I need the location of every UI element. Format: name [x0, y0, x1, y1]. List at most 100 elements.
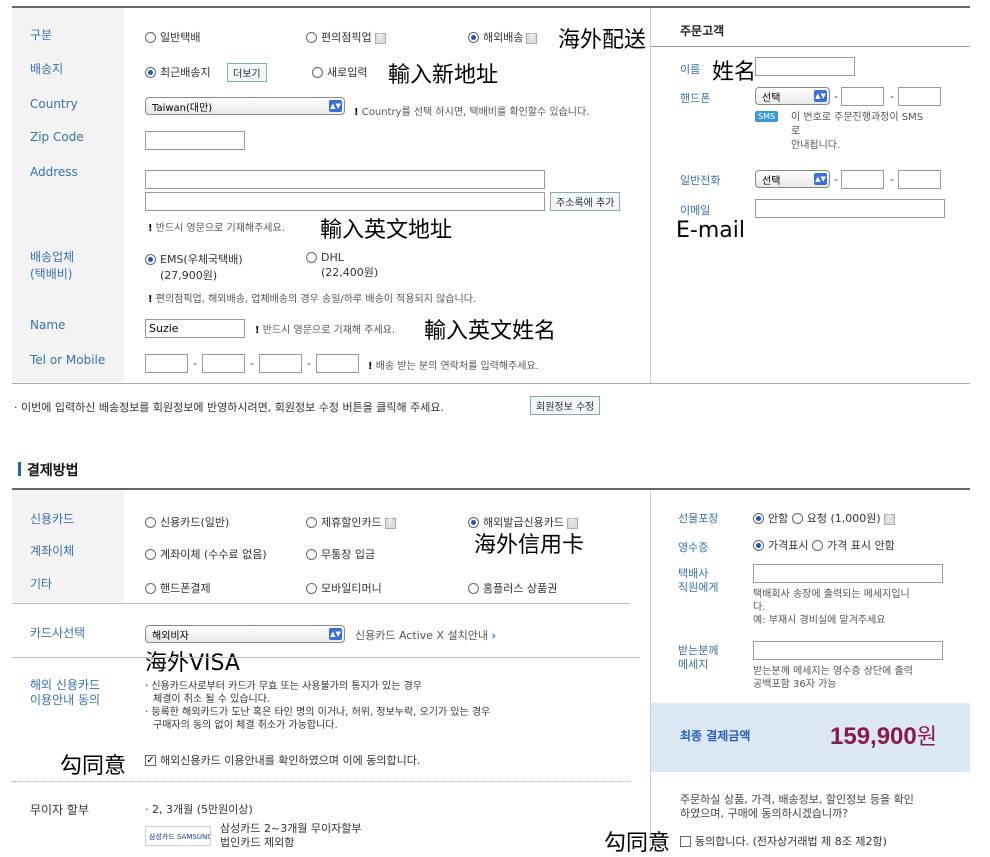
- country-label: Country: [30, 97, 78, 111]
- divider: [12, 657, 640, 658]
- mobile-label: 핸드폰: [680, 92, 711, 105]
- tel-input-3[interactable]: [259, 354, 302, 373]
- payment-top-border: [12, 488, 970, 490]
- tel-input-1[interactable]: [145, 354, 188, 373]
- tel-note: ! 배송 받는 분의 연락처를 입력해주세요.: [368, 361, 539, 372]
- divider: [12, 603, 630, 604]
- radio-gift-none[interactable]: 안함: [753, 512, 788, 525]
- section-marker: [18, 462, 21, 476]
- mobile-input-3[interactable]: [898, 87, 941, 106]
- chevron-right-icon: ›: [491, 629, 497, 642]
- add-to-addressbook-button[interactable]: 주소록에 추가: [550, 192, 621, 211]
- label-column-bg: [12, 8, 124, 382]
- radio-gift-request[interactable]: 요청 (1,000원): [791, 512, 881, 525]
- courier-message-input[interactable]: [753, 564, 943, 583]
- more-button[interactable]: 더보기: [227, 63, 267, 82]
- total-amount: 159,900원: [830, 723, 938, 750]
- chevron-down-icon: ▲▼: [329, 100, 342, 112]
- radio-bank-deposit[interactable]: 무통장 입금: [306, 546, 375, 562]
- radio-standard[interactable]: 일반택배: [145, 29, 200, 45]
- column-divider: [650, 8, 651, 384]
- zip-input[interactable]: [145, 131, 245, 150]
- orderer-title: 주문고객: [680, 24, 725, 38]
- carrier-label: 배송업체 (택배비): [30, 250, 75, 281]
- tel-input-2[interactable]: [202, 354, 245, 373]
- phone-prefix-select[interactable]: 선택 ▲▼: [755, 170, 830, 188]
- annotation-email: E-mail: [676, 218, 745, 243]
- courier-message-note: 택배회사 송장에 출력되는 메세지입니 다. 예: 부재시 경비실에 맡겨주세요: [753, 589, 910, 626]
- samsung-installment-info: 삼성카드 2~3개월 무이자할부 법인카드 제외함: [220, 822, 362, 849]
- receipt-label: 영수증: [678, 541, 709, 554]
- radio-partner-card[interactable]: 제휴할인카드?: [306, 514, 396, 530]
- installment-text: · 2, 3개월 (5만원이상): [145, 803, 253, 816]
- sms-badge: SMS: [755, 111, 779, 122]
- radio-new-address[interactable]: 새로입력: [312, 64, 367, 80]
- name-input[interactable]: Suzie: [145, 319, 245, 338]
- chevron-down-icon: ▲▼: [814, 173, 827, 185]
- recipient-message-input[interactable]: [753, 641, 943, 660]
- sms-note: 이 번호로 주문진행과정이 SMS 로 안내됩니다.: [791, 112, 924, 151]
- annotation-visa: 海外VISA: [145, 651, 240, 676]
- radio-convenience[interactable]: 편의점픽업?: [306, 29, 386, 45]
- orderer-name-label: 이름: [680, 63, 701, 76]
- final-agree-checkbox[interactable]: 동의합니다. (전자상거래법 제 8조 제2항): [680, 833, 887, 849]
- mobile-prefix-select[interactable]: 선택 ▲▼: [755, 87, 830, 105]
- radio-receipt-hide-price[interactable]: 가격 표시 안함: [811, 539, 895, 552]
- radio-credit-general[interactable]: 신용카드(일반): [145, 514, 229, 530]
- help-icon[interactable]: ?: [526, 32, 538, 44]
- country-select[interactable]: Taiwan(대만) ▲▼: [145, 97, 345, 115]
- help-icon[interactable]: ?: [384, 517, 396, 529]
- phone-input-2[interactable]: [841, 170, 884, 189]
- radio-receipt-show-price[interactable]: 가격표시: [753, 539, 808, 552]
- receipt-options: 가격표시 가격 표시 안함: [753, 537, 895, 553]
- mobile-input-2[interactable]: [841, 87, 884, 106]
- annotation-overseas-card: 海外信用卡: [474, 533, 585, 558]
- radio-overseas[interactable]: 해외배송?: [468, 29, 538, 45]
- address-input-2[interactable]: [145, 192, 545, 211]
- phone-input-3[interactable]: [898, 170, 941, 189]
- radio-dhl[interactable]: DHL (22,400원): [306, 251, 378, 280]
- carrier-note: ! 편의점픽업, 해외배송, 업체배송의 경우 송일/하루 배송이 적용되지 않…: [148, 294, 477, 305]
- annotation-new-address: 輸入新地址: [388, 63, 499, 88]
- radio-ems[interactable]: EMS(우체국택배) (27,900원): [145, 251, 243, 283]
- zip-label: Zip Code: [30, 130, 84, 144]
- total-label: 최종 결제금액: [680, 729, 751, 743]
- radio-phone-pay[interactable]: 핸드폰결제: [145, 580, 211, 596]
- radio-account-transfer[interactable]: 계좌이체 (수수료 없음): [145, 546, 267, 562]
- help-icon[interactable]: ?: [374, 32, 386, 44]
- annotation-english-name: 輸入英文姓名: [424, 319, 557, 344]
- radio-recent-address[interactable]: 최근배송지: [145, 64, 211, 80]
- tel-input-4[interactable]: [316, 354, 359, 373]
- annotation-final-agree: 勾同意: [604, 831, 671, 856]
- overseas-agree-checkbox[interactable]: ✓ 해외신용카드 이용안내를 확인하였으며 이에 동의합니다.: [145, 752, 420, 768]
- name-note: ! 반드시 영문으로 기재해 주세요.: [255, 325, 396, 336]
- orderer-name-input[interactable]: [755, 57, 855, 76]
- gift-wrap-options: 안함 요청 (1,000원)?: [753, 510, 895, 526]
- card-select-label: 카드사선택: [30, 626, 86, 640]
- tel-label: Tel or Mobile: [30, 353, 106, 367]
- activex-install-link[interactable]: 신용카드 Active X 설치안내 ›: [355, 627, 496, 643]
- divider-dotted: [12, 781, 630, 782]
- annotation-overseas: 海外配送: [558, 28, 647, 53]
- recipient-message-note: 받는분께 메세지는 영수증 상단에 출력 공백포함 36자 가능: [753, 666, 913, 690]
- section-bottom-border: [12, 383, 970, 384]
- help-icon[interactable]: ?: [883, 513, 895, 525]
- recipient-message-label: 받는분께 메세지: [678, 644, 719, 671]
- radio-mobile-tmoney[interactable]: 모바일티머니: [306, 580, 382, 596]
- member-update-note: · 이번에 입력하신 배송정보를 회원정보에 반영하시려면, 회원정보 수정 버…: [14, 401, 445, 414]
- annotation-agree: 勾同意: [60, 754, 127, 779]
- installment-label: 무이자 할부: [30, 803, 90, 817]
- address-input-1[interactable]: [145, 170, 545, 189]
- top-border: [12, 6, 970, 8]
- radio-homeplus-voucher[interactable]: 홈플러스 상품권: [468, 580, 557, 596]
- chevron-down-icon: ▲▼: [329, 628, 342, 640]
- payment-title: 결제방법: [27, 463, 79, 479]
- country-note: ! Country를 선택 하시면, 택배비를 확인할수 있습니다.: [354, 107, 590, 118]
- card-company-select[interactable]: 해외비자 ▲▼: [145, 625, 345, 643]
- overseas-terms: · 신용카드사로부터 카드가 무효 또는 사용불가의 통지가 있는 경우 체결이…: [145, 681, 491, 731]
- chevron-down-icon: ▲▼: [814, 90, 827, 102]
- member-update-button[interactable]: 회원정보 수정: [530, 396, 601, 415]
- gift-wrap-label: 선물포장: [678, 512, 719, 525]
- email-input[interactable]: [755, 199, 945, 218]
- name-label: Name: [30, 318, 66, 332]
